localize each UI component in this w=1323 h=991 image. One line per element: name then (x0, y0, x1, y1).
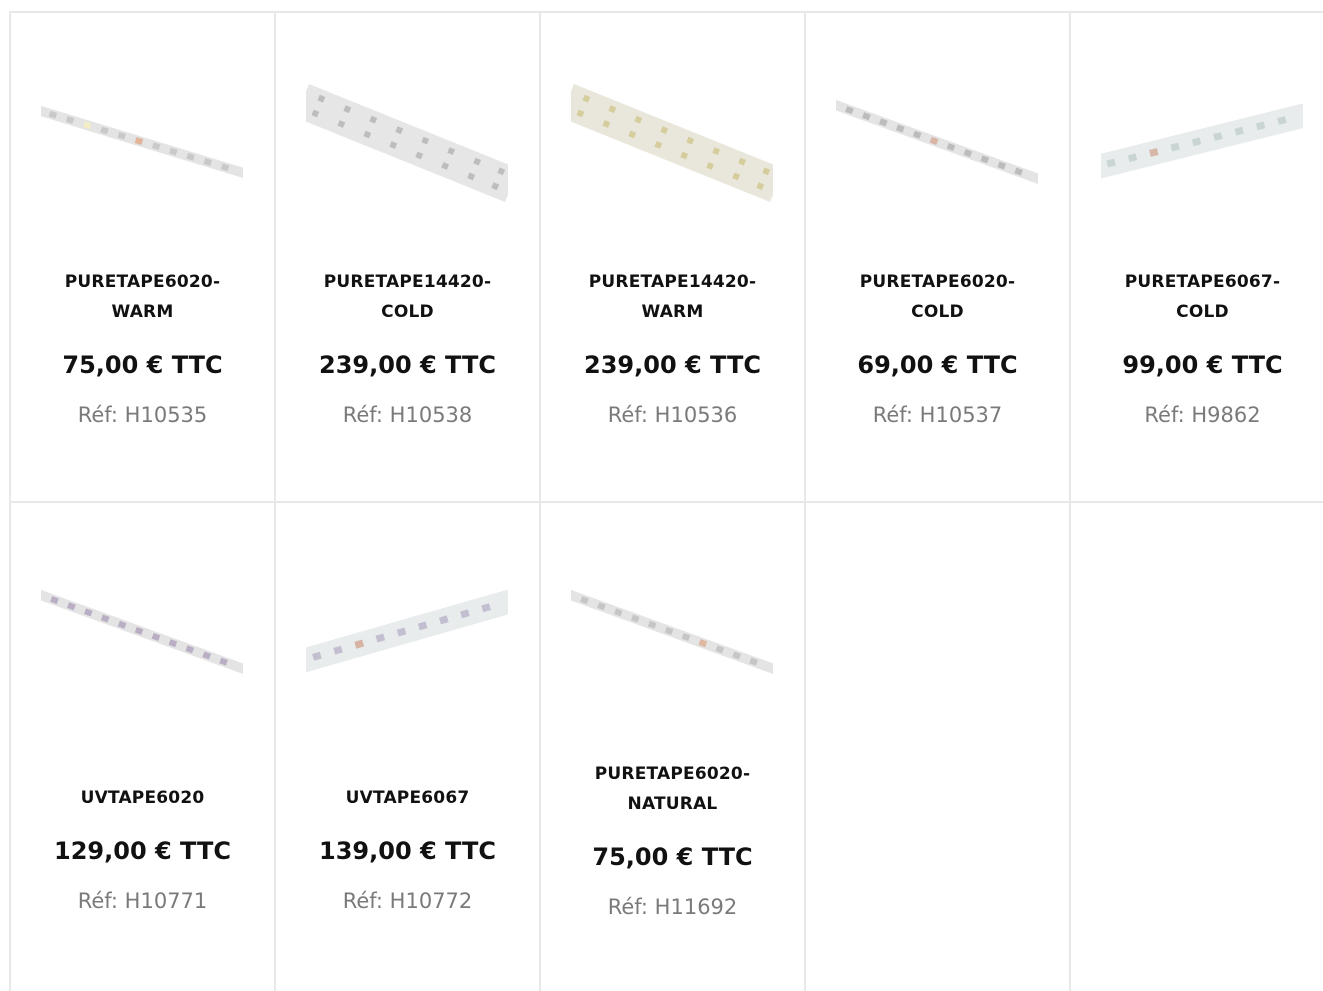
product-price: 129,00 € TTC (54, 837, 231, 865)
product-card[interactable]: PURETAPE14420- WARM 239,00 € TTC Réf: H10… (539, 13, 804, 503)
product-price: 75,00 € TTC (592, 843, 753, 871)
product-name[interactable]: PURETAPE6020- WARM (21, 267, 264, 327)
product-image[interactable] (306, 63, 508, 223)
product-card[interactable]: PURETAPE6067- COLD 99,00 € TTC Réf: H9862 (1069, 13, 1323, 503)
product-reference: Réf: H10772 (342, 889, 473, 913)
product-image[interactable] (836, 63, 1038, 223)
product-price: 75,00 € TTC (62, 351, 223, 379)
product-reference: Réf: H10538 (342, 403, 473, 427)
product-image[interactable] (1101, 63, 1303, 223)
product-card[interactable]: UVTAPE6067 139,00 € TTC Réf: H10772 (274, 503, 539, 991)
product-price: 239,00 € TTC (584, 351, 761, 379)
product-reference: Réf: H10537 (872, 403, 1003, 427)
product-card[interactable]: PURETAPE6020- WARM 75,00 € TTC Réf: H1053… (9, 13, 274, 503)
product-card[interactable]: UVTAPE6020 129,00 € TTC Réf: H10771 (9, 503, 274, 991)
product-name[interactable]: UVTAPE6067 (286, 783, 529, 813)
product-image[interactable] (41, 63, 243, 223)
product-price: 139,00 € TTC (319, 837, 496, 865)
product-card[interactable]: PURETAPE6020- COLD 69,00 € TTC Réf: H1053… (804, 13, 1069, 503)
product-image[interactable] (41, 553, 243, 713)
product-reference: Réf: H10771 (77, 889, 208, 913)
product-grid: PURETAPE6020- WARM 75,00 € TTC Réf: H1053… (9, 11, 1323, 991)
product-name[interactable]: PURETAPE6067- COLD (1081, 267, 1323, 327)
product-price: 69,00 € TTC (857, 351, 1018, 379)
product-name[interactable]: PURETAPE6020- NATURAL (551, 759, 794, 819)
product-reference: Réf: H9862 (1144, 403, 1261, 427)
product-reference: Réf: H11692 (607, 895, 738, 919)
product-card[interactable]: PURETAPE14420- COLD 239,00 € TTC Réf: H10… (274, 13, 539, 503)
product-name[interactable]: UVTAPE6020 (21, 783, 264, 813)
product-name[interactable]: PURETAPE6020- COLD (816, 267, 1059, 327)
empty-grid-cell (1069, 503, 1323, 991)
product-image[interactable] (571, 553, 773, 713)
product-reference: Réf: H10536 (607, 403, 738, 427)
empty-grid-cell (804, 503, 1069, 991)
product-price: 99,00 € TTC (1122, 351, 1283, 379)
product-image[interactable] (306, 553, 508, 713)
product-image[interactable] (571, 63, 773, 223)
product-card[interactable]: PURETAPE6020- NATURAL 75,00 € TTC Réf: H1… (539, 503, 804, 991)
product-price: 239,00 € TTC (319, 351, 496, 379)
product-name[interactable]: PURETAPE14420- WARM (551, 267, 794, 327)
product-reference: Réf: H10535 (77, 403, 208, 427)
product-name[interactable]: PURETAPE14420- COLD (286, 267, 529, 327)
